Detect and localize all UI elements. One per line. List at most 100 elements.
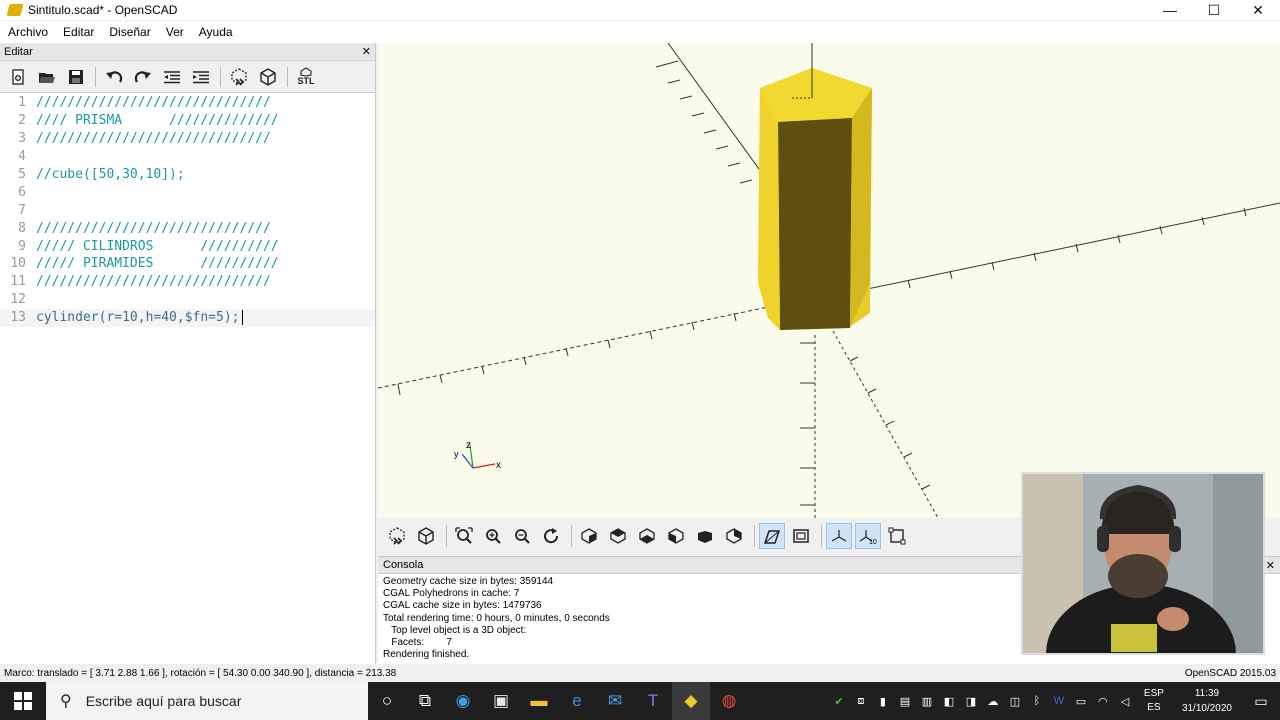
camera-status: Marco: translado = [ 3.71 2.88 1.66 ], r…	[4, 667, 397, 679]
line-number: 7	[18, 202, 26, 218]
app-tray-icon[interactable]: ▥	[918, 692, 936, 710]
language-primary: ESP	[1143, 688, 1164, 699]
render-icon[interactable]	[413, 523, 439, 549]
show-scale-markers-icon[interactable]: 10	[855, 523, 881, 549]
language-secondary: ES	[1147, 702, 1161, 713]
export-stl-icon[interactable]: STL	[294, 65, 318, 89]
line-number: 2	[18, 113, 26, 129]
menu-bar: Archivo Editar Diseñar Ver Ayuda	[0, 21, 1280, 43]
search-icon: ⚲	[60, 693, 72, 710]
zoom-out-icon[interactable]	[509, 523, 535, 549]
edge-browser-icon[interactable]: ◉	[444, 682, 482, 720]
3d-viewport[interactable]: z y x	[378, 43, 1280, 518]
indent-icon[interactable]	[189, 65, 213, 89]
unindent-icon[interactable]	[160, 65, 184, 89]
line-number: 4	[18, 149, 26, 165]
mail-icon[interactable]: ✉	[596, 682, 634, 720]
new-file-icon[interactable]	[6, 65, 30, 89]
code-line: 3 //////////////////////////////	[0, 130, 375, 148]
volume-icon[interactable]: ◁	[1116, 692, 1134, 710]
menu-editar[interactable]: Editar	[63, 25, 94, 39]
toolbar-separator	[754, 525, 755, 547]
clock[interactable]: 11:39 31/10/2020	[1182, 686, 1232, 716]
security-icon[interactable]: ✔	[830, 692, 848, 710]
line-number: 6	[18, 184, 26, 200]
reset-view-icon[interactable]	[538, 523, 564, 549]
close-window-button[interactable]: ✕	[1236, 0, 1280, 20]
menu-ver[interactable]: Ver	[166, 25, 184, 39]
render-icon[interactable]	[256, 65, 280, 89]
view-all-icon[interactable]	[451, 523, 477, 549]
text-caret	[241, 310, 243, 326]
system-tray: ✔ ⧈ ▮ ▤ ▥ ◧ ◨ ☁ ◫ ᛒ W ▭ ◠ ◁ ESP ES 11:39…	[828, 682, 1280, 720]
console-close-button[interactable]: ✕	[1266, 559, 1275, 572]
word-icon[interactable]: W	[1050, 692, 1068, 710]
onedrive-icon[interactable]: ☁	[984, 692, 1002, 710]
network-share-icon[interactable]: ⧈	[852, 692, 870, 710]
editor-close-button[interactable]: ✕	[362, 45, 371, 58]
microphone-icon[interactable]: ▮	[874, 692, 892, 710]
chrome-icon[interactable]: ◍	[710, 682, 748, 720]
zoom-in-icon[interactable]	[480, 523, 506, 549]
windows-taskbar: ⚲ Escribe aquí para buscar ○ ⧉ ◉ ▣ ▬ e ✉…	[0, 682, 1280, 720]
preview-icon[interactable]	[384, 523, 410, 549]
menu-disenar[interactable]: Diseñar	[109, 25, 150, 39]
language-indicator[interactable]: ESP ES	[1144, 687, 1164, 715]
code-line: 1 //////////////////////////////	[0, 94, 375, 112]
store-icon[interactable]: ▣	[482, 682, 520, 720]
code-text: //////////////////////////////	[36, 131, 271, 147]
task-view-icon[interactable]: ⧉	[406, 682, 444, 720]
top-view-icon[interactable]	[605, 523, 631, 549]
code-line: 5 //cube([50,30,10]);	[0, 166, 375, 184]
teams-icon[interactable]: T	[634, 682, 672, 720]
editor-toolbar: STL	[0, 61, 375, 93]
app-tray-icon[interactable]: ◨	[962, 692, 980, 710]
line-number: 9	[18, 238, 26, 254]
presenter-video	[1023, 474, 1263, 653]
code-editor[interactable]: 1 ////////////////////////////// 2 //// PRI…	[0, 94, 375, 664]
start-button[interactable]	[0, 682, 46, 720]
undo-icon[interactable]	[102, 65, 126, 89]
code-line: 12	[0, 291, 375, 309]
code-line: 4	[0, 148, 375, 166]
open-file-icon[interactable]	[35, 65, 59, 89]
show-edges-icon[interactable]	[884, 523, 910, 549]
notifications-icon[interactable]: ▭	[1242, 693, 1280, 710]
bottom-view-icon[interactable]	[634, 523, 660, 549]
cortana-icon[interactable]: ○	[368, 682, 406, 720]
app-tray-icon[interactable]: ◫	[1006, 692, 1024, 710]
front-view-icon[interactable]	[692, 523, 718, 549]
bluetooth-icon[interactable]: ᛒ	[1028, 692, 1046, 710]
app-tray-icon[interactable]: ▤	[896, 692, 914, 710]
internet-explorer-icon[interactable]: e	[558, 682, 596, 720]
show-axes-icon[interactable]	[826, 523, 852, 549]
minimize-button[interactable]: —	[1148, 0, 1192, 20]
save-icon[interactable]	[64, 65, 88, 89]
right-view-icon[interactable]	[576, 523, 602, 549]
app-tray-icon[interactable]: ◧	[940, 692, 958, 710]
perspective-icon[interactable]	[759, 523, 785, 549]
taskbar-search[interactable]: ⚲ Escribe aquí para buscar	[46, 682, 368, 720]
left-view-icon[interactable]	[663, 523, 689, 549]
axis-x-negative	[378, 304, 779, 389]
menu-archivo[interactable]: Archivo	[8, 25, 48, 39]
viewport-canvas: z y x	[378, 43, 1280, 518]
openscad-app-icon	[6, 4, 24, 16]
console-title: Consola	[383, 559, 424, 571]
display-icon[interactable]: ▭	[1072, 692, 1090, 710]
preview-icon[interactable]	[227, 65, 251, 89]
orthogonal-icon[interactable]	[788, 523, 814, 549]
maximize-button[interactable]: ☐	[1192, 0, 1236, 20]
editor-header: Editar ✕	[0, 43, 375, 61]
file-explorer-icon[interactable]: ▬	[520, 682, 558, 720]
line-number: 8	[18, 220, 26, 236]
redo-icon[interactable]	[131, 65, 155, 89]
pentagonal-prism-model	[758, 43, 872, 330]
openscad-taskbar-icon[interactable]: ◆	[672, 682, 710, 720]
back-view-icon[interactable]	[721, 523, 747, 549]
menu-ayuda[interactable]: Ayuda	[199, 25, 233, 39]
code-line: 6	[0, 183, 375, 201]
wifi-icon[interactable]: ◠	[1094, 692, 1112, 710]
code-line: 2 //// PRISMA //////////////	[0, 112, 375, 130]
axis-y-negative	[832, 330, 939, 518]
